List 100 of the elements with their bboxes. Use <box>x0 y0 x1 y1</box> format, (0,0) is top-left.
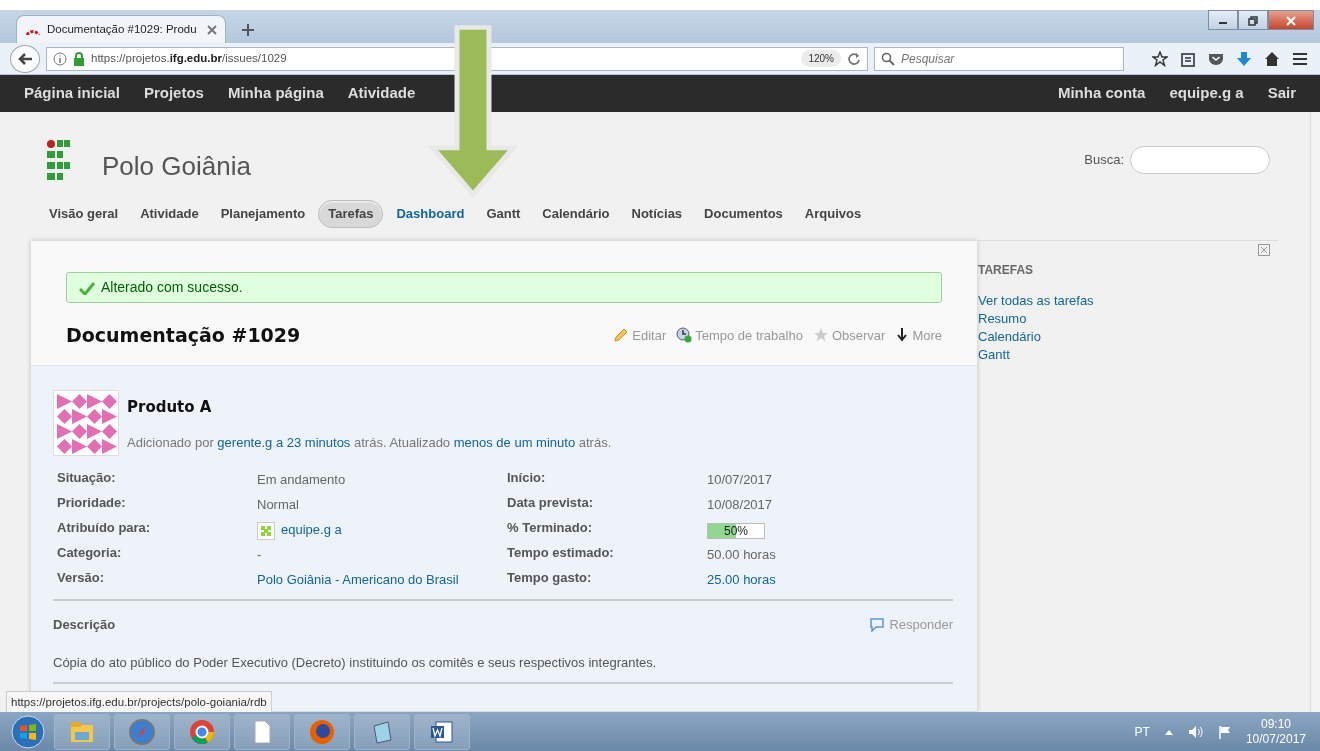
download-icon[interactable] <box>1236 50 1252 67</box>
lock-icon <box>73 51 85 66</box>
zoom-level-button[interactable]: 120% <box>801 50 841 67</box>
byline-link[interactable]: gerente.g a <box>217 434 284 450</box>
flag-icon[interactable] <box>1217 724 1232 739</box>
menu-link[interactable]: equipe.g a <box>1169 82 1244 105</box>
tab-title: Documentação #1029: Produ <box>47 21 197 37</box>
clock-icon <box>676 327 693 344</box>
attribute-link[interactable]: 25.00 horas <box>707 572 776 587</box>
menu-link[interactable]: Atividade <box>347 82 416 105</box>
attribute-label: Categoria: <box>57 544 123 562</box>
project-tab[interactable]: Visão geral <box>40 200 128 228</box>
project-tab[interactable]: Gantt <box>477 200 530 228</box>
restore-icon <box>1248 15 1258 26</box>
project-tab[interactable]: Atividade <box>131 200 208 228</box>
attribute-value: - <box>257 546 263 564</box>
plus-icon <box>242 24 254 37</box>
minimize-button[interactable] <box>1208 10 1238 30</box>
firefox-icon <box>308 717 336 746</box>
restore-button[interactable] <box>1238 10 1268 30</box>
avatar-icon <box>57 394 117 454</box>
attribute-link[interactable]: Polo Goiânia - Americano do Brasil <box>257 572 459 587</box>
speaker-icon[interactable] <box>1187 724 1204 739</box>
info-icon <box>53 51 67 66</box>
close-icon[interactable] <box>207 24 217 35</box>
taskbar-app-button[interactable] <box>414 713 470 750</box>
back-arrow-icon <box>17 51 33 66</box>
project-tab[interactable]: Documentos <box>695 200 792 228</box>
pencil-icon <box>613 327 630 344</box>
project-tab[interactable]: Dashboard <box>387 200 474 228</box>
search-icon <box>881 51 895 66</box>
down-arrow-icon <box>895 327 910 344</box>
browser-tab[interactable]: Documentação #1029: Produ <box>16 15 226 43</box>
home-icon[interactable] <box>1264 50 1280 67</box>
description-label: Descrição <box>53 616 116 634</box>
byline-link[interactable]: 23 minutos <box>286 434 351 450</box>
clock-date: 10/07/2017 <box>1245 731 1306 747</box>
clipboard-icon[interactable] <box>1180 50 1196 67</box>
taskbar-app-button[interactable] <box>174 713 230 750</box>
speech-bubble-icon <box>869 617 886 632</box>
attribute-label: Tempo gasto: <box>507 569 593 587</box>
attribute-label: Tempo estimado: <box>507 544 615 562</box>
search-field[interactable]: Pesquisar <box>874 46 1124 71</box>
star-icon[interactable] <box>1152 50 1168 67</box>
attribute-value: 10/07/2017 <box>707 471 774 489</box>
sidebar-link[interactable]: Ver todas as tarefas <box>978 292 1094 310</box>
attribute-label: Prioridade: <box>57 494 127 512</box>
issue-byline: Adicionado por gerente.g a 23 minutos atrás. Atualizado menos de um minuto atrás. <box>127 433 612 452</box>
taskbar-app-button[interactable] <box>354 713 410 750</box>
project-tab[interactable]: Arquivos <box>795 200 871 228</box>
attribute-value: 10/08/2017 <box>707 496 774 514</box>
status-url: https://projetos.ifg.edu.br/projects/polo-goiania/rdb <box>6 690 272 712</box>
user-avatar-icon <box>257 521 275 540</box>
search-field[interactable] <box>1130 146 1270 174</box>
close-icon[interactable] <box>1258 244 1270 256</box>
menu-link[interactable]: Sair <box>1267 82 1296 105</box>
success-text: Alterado com sucesso. <box>101 278 243 297</box>
menu-link[interactable]: Minha página <box>227 82 324 105</box>
issue-title: Documentação #1029 <box>66 323 301 348</box>
close-icon <box>1286 15 1296 26</box>
attribute-label: Versão: <box>57 569 105 587</box>
windows-logo-icon <box>11 714 45 749</box>
attribute-value: 50.00 horas <box>707 546 777 564</box>
project-title: Polo Goiânia <box>102 150 251 183</box>
compass-icon <box>128 717 156 746</box>
back-button[interactable] <box>10 44 40 73</box>
menu-link[interactable]: Projetos <box>143 82 204 105</box>
url-text: https://projetos.ifg.edu.br/issues/1029 <box>91 50 287 66</box>
sidebar-link[interactable]: Calendário <box>978 328 1041 346</box>
sidebar-link[interactable]: Gantt <box>978 346 1010 364</box>
reload-icon[interactable] <box>847 51 861 66</box>
menu-link[interactable]: Página inicial <box>24 82 120 105</box>
attribute-label: Situação: <box>57 469 117 487</box>
menu-link[interactable]: Minha conta <box>1057 82 1146 105</box>
address-bar[interactable]: https://projetos.ifg.edu.br/issues/1029 120% <box>46 46 868 71</box>
attribute-label: Início: <box>507 469 547 487</box>
attribute-label: Atribuído para: <box>57 519 152 537</box>
checkmark-icon <box>79 280 95 295</box>
search-label: Busca: <box>1084 151 1124 170</box>
attribute-label: Data prevista: <box>507 494 594 512</box>
byline-link[interactable]: menos de um minuto <box>453 434 576 450</box>
sidebar-title: TAREFAS <box>978 262 1035 279</box>
project-logo-icon <box>47 140 71 180</box>
progress-text: 50% <box>723 523 749 539</box>
attribute-value: Normal <box>257 496 300 514</box>
chrome-icon <box>188 717 216 746</box>
project-tab[interactable]: Tarefas <box>318 200 384 228</box>
project-tab[interactable]: Planejamento <box>211 200 315 228</box>
attribute-label: % Terminado: <box>507 519 593 537</box>
taskbar-app-button[interactable] <box>294 713 350 750</box>
attribute-value: Em andamento <box>257 471 347 489</box>
close-window-button[interactable] <box>1268 10 1314 30</box>
project-tab[interactable]: Calendário <box>533 200 619 228</box>
description-text: Cópia do ato público do Poder Executivo (Decreto) instituindo os comitês e seus respectivos integrantes. <box>53 653 658 672</box>
search-placeholder: Pesquisar <box>901 50 955 68</box>
menu-icon[interactable] <box>1292 50 1308 67</box>
sidebar-link[interactable]: Resumo <box>978 310 1027 328</box>
project-tab[interactable]: Notícias <box>622 200 692 228</box>
user-link[interactable]: equipe.g a <box>281 522 342 537</box>
star-icon <box>812 327 829 344</box>
